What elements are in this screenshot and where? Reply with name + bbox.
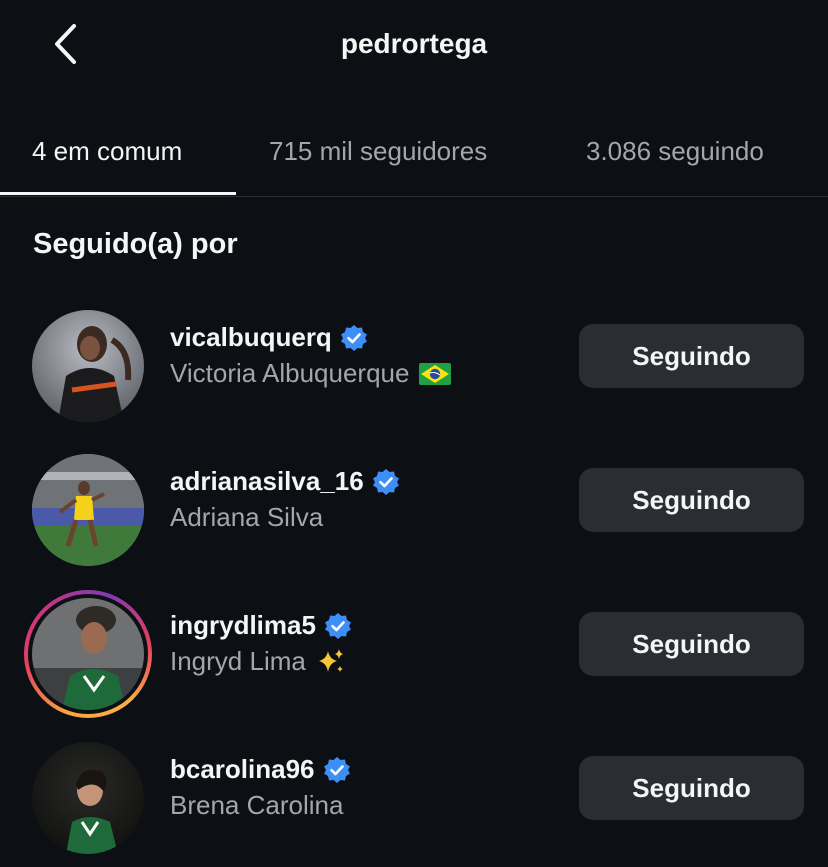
list-item[interactable]: ingrydlima5 Ingryd Lima Seguindo <box>0 588 828 718</box>
username-text: ingrydlima5 <box>170 610 316 640</box>
username-text: bcarolina96 <box>170 754 315 784</box>
tab-mutual[interactable]: 4 em comum <box>32 136 182 167</box>
avatar[interactable] <box>32 742 144 854</box>
avatar-photo-icon <box>32 598 144 710</box>
following-button[interactable]: Seguindo <box>579 324 804 388</box>
list-item[interactable]: adrianasilva_16 Adriana Silva Seguindo <box>0 444 828 574</box>
avatar[interactable] <box>32 454 144 566</box>
full-name: Adriana Silva <box>170 502 323 533</box>
username[interactable]: adrianasilva_16 <box>170 466 400 497</box>
active-tab-indicator <box>0 192 236 195</box>
verified-badge-icon <box>340 324 367 351</box>
full-name: Victoria Albuquerque <box>170 358 452 389</box>
avatar[interactable] <box>32 310 144 422</box>
full-name: Brena Carolina <box>170 790 343 821</box>
avatar[interactable] <box>32 598 144 710</box>
avatar-photo-icon <box>32 310 144 422</box>
verified-badge-icon <box>324 612 351 639</box>
following-button[interactable]: Seguindo <box>579 468 804 532</box>
sparkles-icon <box>318 648 343 672</box>
page-title: pedrortega <box>340 28 488 59</box>
section-title: Seguido(a) por <box>33 228 238 260</box>
following-button[interactable]: Seguindo <box>579 756 804 820</box>
username[interactable]: ingrydlima5 <box>170 610 352 641</box>
list-item[interactable]: vicalbuquerq Victoria Albuquerque Seguin… <box>0 300 828 430</box>
verified-badge-icon <box>323 756 350 783</box>
full-name-text: Ingryd Lima <box>170 646 306 676</box>
username[interactable]: vicalbuquerq <box>170 322 368 353</box>
verified-badge-icon <box>372 468 399 495</box>
full-name: Ingryd Lima <box>170 646 346 677</box>
full-name-text: Adriana Silva <box>170 502 324 532</box>
following-button[interactable]: Seguindo <box>579 612 804 676</box>
tab-following[interactable]: 3.086 seguindo <box>586 136 764 167</box>
tab-followers[interactable]: 715 mil seguidores <box>269 136 487 167</box>
full-name-text: Victoria Albuquerque <box>170 358 410 388</box>
avatar-photo-icon <box>32 742 144 854</box>
username-text: adrianasilva_16 <box>170 466 364 496</box>
tab-bar: 4 em comum 715 mil seguidores 3.086 segu… <box>0 120 828 197</box>
list-item[interactable]: bcarolina96 Brena Carolina Seguindo <box>0 732 828 862</box>
avatar-photo-icon <box>32 454 144 566</box>
header: pedrortega <box>0 0 828 92</box>
username-text: vicalbuquerq <box>170 322 332 352</box>
brazil-flag-icon <box>419 362 452 385</box>
full-name-text: Brena Carolina <box>170 790 344 820</box>
username[interactable]: bcarolina96 <box>170 754 351 785</box>
